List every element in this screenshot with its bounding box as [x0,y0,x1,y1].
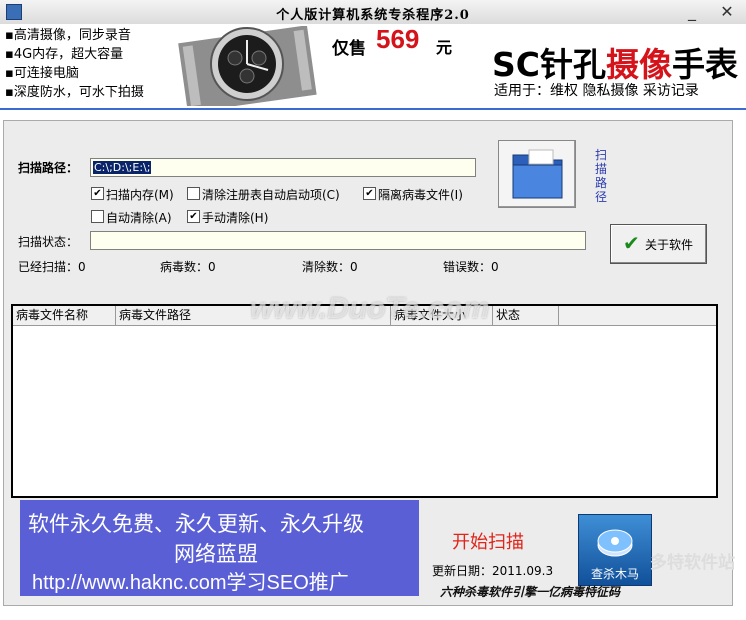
title-bar: 个人版计算机系统专杀程序2.0 _ ✕ [0,0,746,25]
about-button-label: 关于软件 [645,238,694,252]
column-header-status[interactable]: 状态 [493,306,559,325]
checkbox-clear-registry[interactable] [187,187,200,200]
scan-status-field [90,231,586,250]
option-label: 扫描内存(M) [106,188,174,202]
start-scan-button[interactable]: 开始扫描 [452,528,524,554]
option-label: 隔离病毒文件(I) [378,188,463,202]
scan-path-link[interactable]: 扫描路径 [594,148,608,204]
price-unit: 元 [436,38,453,57]
price-prefix: 仅售 [332,39,366,59]
watch-image [172,26,322,106]
scan-path-label: 扫描路径： [18,161,79,175]
price-value: 569 [376,24,420,54]
scan-path-value: C:\;D:\;E:\; [93,161,152,174]
folder-icon [512,149,563,199]
minimize-button[interactable]: _ [683,3,701,21]
disk-icon [597,529,633,557]
stat-cleared: 清除数：0 [302,260,358,274]
checkbox-scan-memory[interactable]: ✔ [91,187,104,200]
feature-item: ▪深度防水，可水下拍摄 [5,85,144,100]
about-button[interactable]: ✔ 关于软件 [610,224,707,264]
banner-usage: 适用于：维权 隐私摄像 采访记录 [494,83,699,99]
corner-watermark: 多特软件站 [650,553,735,573]
window-title: 个人版计算机系统专杀程序2.0 [276,8,470,23]
scan-status-label: 扫描状态： [18,235,79,249]
browse-folder-button[interactable] [498,140,576,208]
feature-item: ▪4G内存，超大容量 [5,47,124,62]
ad-line-1: 软件永久免费、永久更新、永久升级 [28,512,364,536]
stat-virus: 病毒数：0 [160,260,216,274]
trojan-scan-button[interactable]: 查杀木马 [578,514,652,586]
engine-text: 六种杀毒软件引擎一亿病毒特征码 [440,585,621,599]
trojan-scan-label: 查杀木马 [590,567,639,581]
ad-line-2: 网络蓝盟 [174,542,258,566]
ad-line-3: http://www.haknc.com学习SEO推广 [32,572,349,594]
scan-path-input[interactable]: C:\;D:\;E:\; [90,158,476,177]
option-label: 自动清除(A) [106,211,172,225]
virus-list[interactable]: 病毒文件名称 病毒文件路径 病毒文件大小 状态 [11,304,718,498]
watermark-logo: www.DuoTe.com [250,292,490,325]
stat-errors: 错误数：0 [443,260,499,274]
feature-item: ▪高清摄像，同步录音 [5,28,131,43]
ad-panel[interactable]: 软件永久免费、永久更新、永久升级 网络蓝盟 http://www.haknc.c… [20,500,419,596]
option-label: 手动清除(H) [202,211,269,225]
feature-item: ▪可连接电脑 [5,66,79,81]
banner-slogan: SC针孔摄像手表 [492,45,738,84]
checkbox-manual-clear[interactable]: ✔ [187,210,200,223]
stat-scanned: 已经扫描：0 [18,260,86,274]
checkbox-auto-clear[interactable] [91,210,104,223]
check-icon: ✔ [623,231,640,255]
feature-list: ▪高清摄像，同步录音 ▪4G内存，超大容量 ▪可连接电脑 ▪深度防水，可水下拍摄 [5,26,144,102]
column-header-name[interactable]: 病毒文件名称 [13,306,116,325]
update-date: 更新日期：2011.09.3 [432,564,554,578]
checkbox-isolate-virus[interactable]: ✔ [363,187,376,200]
banner-ad[interactable]: ▪高清摄像，同步录音 ▪4G内存，超大容量 ▪可连接电脑 ▪深度防水，可水下拍摄… [0,24,746,110]
close-button[interactable]: ✕ [718,3,736,21]
option-label: 清除注册表自动启动项(C) [202,188,340,202]
